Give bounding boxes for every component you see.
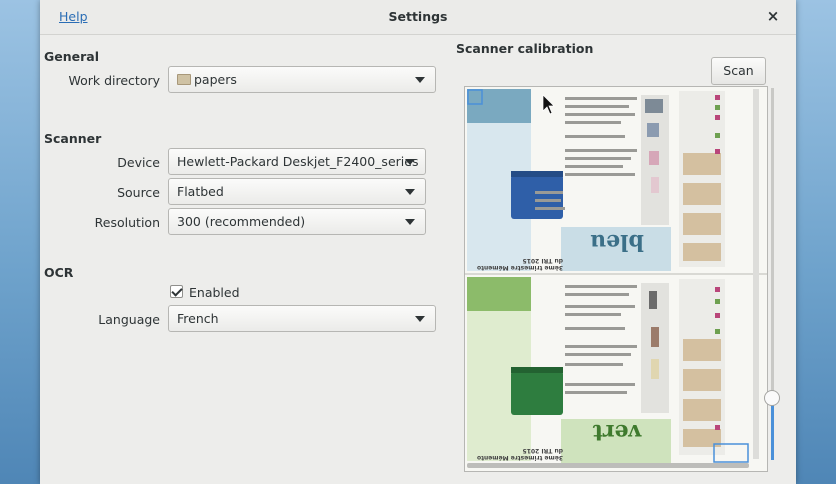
section-scanner-header: Scanner [44,131,102,146]
preview-word-top: bleu [590,229,644,255]
work-directory-label: Work directory [68,73,160,88]
zoom-slider[interactable] [764,88,780,462]
scan-button[interactable]: Scan [711,57,766,85]
blue-bin-icon [511,175,563,219]
preview-word-bottom: vert [592,419,642,445]
folder-icon [177,74,191,85]
work-directory-chooser[interactable]: papers [168,66,436,93]
titlebar: Help Settings × [40,0,796,35]
banner-top [467,89,531,123]
language-label: Language [98,312,160,327]
chevron-down-icon [415,77,425,83]
green-bin-icon [511,371,563,415]
language-select[interactable]: French [168,305,436,332]
resolution-label: Resolution [94,215,160,230]
scan-preview[interactable]: bleu vert 3ème trimestre Mémento du TRI … [464,86,768,472]
device-label: Device [117,155,160,170]
section-general-header: General [44,49,99,64]
window-title: Settings [388,9,448,24]
device-select[interactable]: Hewlett-Packard Deskjet_F2400_series [168,148,426,175]
chevron-down-icon [405,189,415,195]
preview-heading-top: 3ème trimestre Mémento du TRI 2015 [476,257,563,271]
settings-window: Help Settings × General Work directory p… [40,0,796,484]
banner-bottom [467,277,531,311]
zoom-slider-fill [771,398,774,460]
chevron-down-icon [405,219,415,225]
preview-heading-bottom: 3ème trimestre Mémento du TRI 2015 [476,447,563,461]
scanned-page-image [465,87,767,471]
source-select[interactable]: Flatbed [168,178,426,205]
close-button[interactable]: × [762,5,784,27]
device-value: Hewlett-Packard Deskjet_F2400_series [177,154,419,169]
zoom-slider-handle[interactable] [764,390,780,406]
section-calibration-header: Scanner calibration [456,41,594,56]
section-ocr-header: OCR [44,265,74,280]
resolution-value: 300 (recommended) [177,214,306,229]
language-value: French [177,311,219,326]
resolution-select[interactable]: 300 (recommended) [168,208,426,235]
source-value: Flatbed [177,184,224,199]
chevron-down-icon [405,159,415,165]
source-label: Source [117,185,160,200]
work-directory-value: papers [194,72,237,87]
ocr-enabled-label[interactable]: Enabled [189,285,240,300]
chevron-down-icon [415,316,425,322]
ocr-enabled-checkbox[interactable] [170,285,183,298]
